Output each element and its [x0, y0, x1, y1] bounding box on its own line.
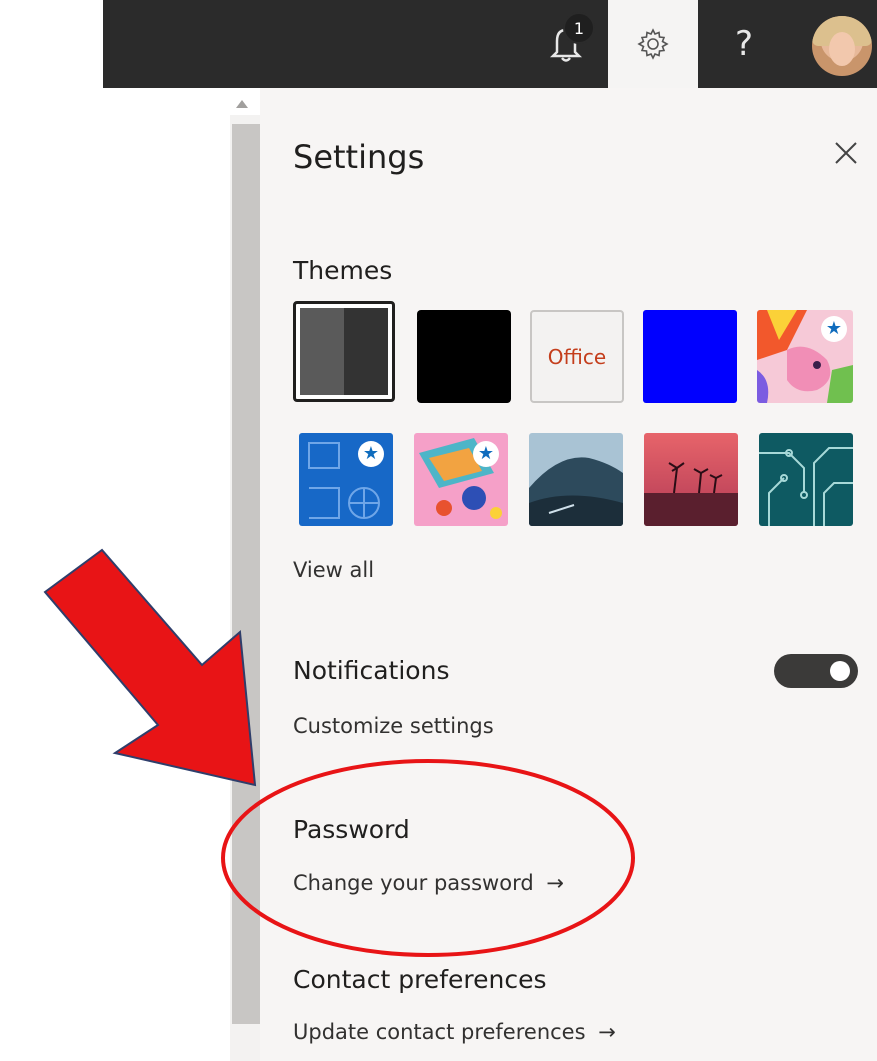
help-button[interactable]: ?	[704, 0, 784, 88]
theme-tile-board-game[interactable]: ★	[414, 433, 508, 526]
red-arrow-icon	[43, 548, 257, 787]
scroll-up-arrow-icon[interactable]	[236, 100, 248, 108]
settings-gear-button[interactable]	[608, 0, 698, 88]
password-heading: Password	[293, 815, 410, 844]
update-contact-preferences-link[interactable]: Update contact preferences →	[293, 1020, 616, 1044]
scrollbar-thumb[interactable]	[232, 124, 260, 1024]
change-password-link[interactable]: Change your password →	[293, 871, 564, 895]
circuit-art-icon	[759, 433, 853, 526]
contact-preferences-heading: Contact preferences	[293, 965, 547, 994]
palm-sunset-art-icon	[644, 433, 738, 526]
panel-title: Settings	[293, 138, 425, 176]
premium-star-icon: ★	[821, 316, 847, 342]
arrow-right-icon: →	[598, 1020, 616, 1044]
theme-tile-palm-sunset[interactable]	[644, 433, 738, 526]
themes-heading: Themes	[293, 256, 393, 285]
theme-tile-gray-selected[interactable]	[293, 301, 395, 402]
help-icon: ?	[734, 24, 754, 64]
theme-tile-unicorn[interactable]: ★	[757, 310, 853, 403]
premium-star-icon: ★	[358, 441, 384, 467]
notifications-button[interactable]	[530, 0, 602, 88]
theme-tile-blue[interactable]	[643, 310, 737, 403]
update-contact-preferences-label: Update contact preferences	[293, 1020, 586, 1044]
gear-icon	[637, 28, 669, 60]
premium-star-icon: ★	[473, 441, 499, 467]
change-password-label: Change your password	[293, 871, 534, 895]
close-icon	[835, 142, 857, 164]
customize-settings-link[interactable]: Customize settings	[293, 714, 494, 738]
theme-tile-blueprint[interactable]: ★	[299, 433, 393, 526]
notifications-heading: Notifications	[293, 656, 450, 685]
office-tile-label: Office	[547, 344, 607, 369]
avatar[interactable]	[812, 16, 872, 76]
mountain-art-icon	[529, 433, 623, 526]
theme-tile-mountain[interactable]	[529, 433, 623, 526]
settings-panel: Settings Themes Office ★ ★ ★ View all No…	[260, 88, 877, 1061]
theme-tile-black[interactable]	[417, 310, 511, 403]
view-all-themes-link[interactable]: View all	[293, 558, 374, 582]
notifications-toggle[interactable]	[774, 654, 858, 688]
arrow-right-icon: →	[546, 871, 564, 895]
close-button[interactable]	[826, 133, 866, 173]
theme-tile-office[interactable]: Office	[530, 310, 624, 403]
theme-tile-circuit[interactable]	[759, 433, 853, 526]
notification-count-badge: 1	[563, 12, 595, 44]
